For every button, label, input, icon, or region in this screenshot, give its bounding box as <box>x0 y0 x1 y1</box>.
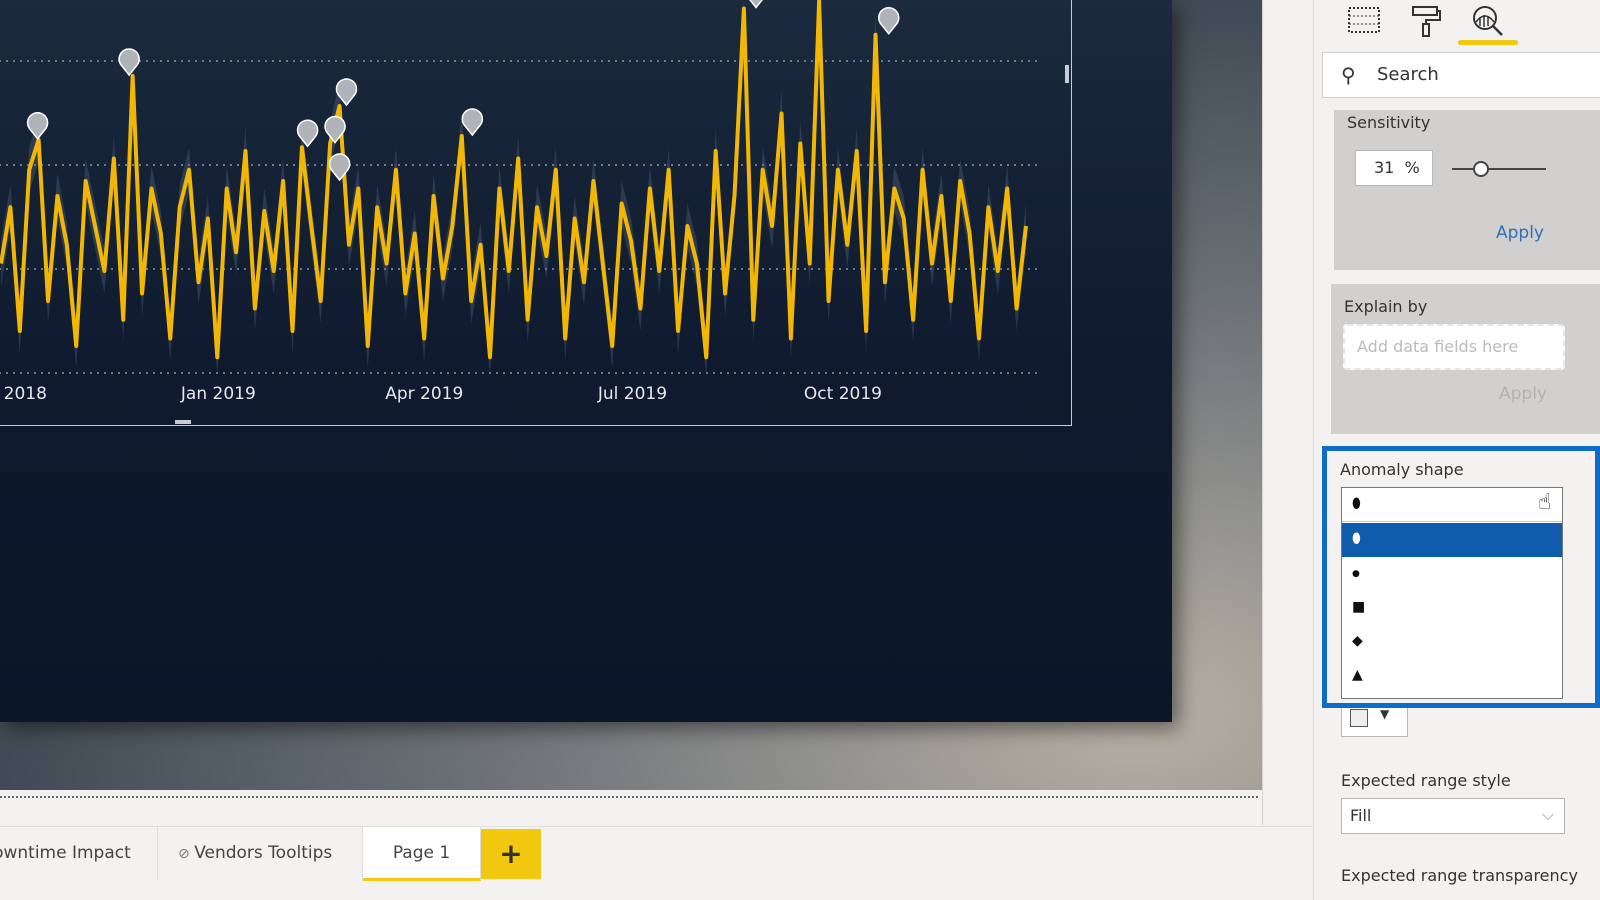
option-drop[interactable]: ⬮ <box>1342 523 1562 557</box>
explain-by-apply-button[interactable]: Apply <box>1499 384 1547 404</box>
sensitivity-slider-thumb[interactable] <box>1473 161 1490 177</box>
line-chart: Oct 2018 Jan 2019 Apr 2019 Jul 2019 Oct 2019 <box>0 0 1069 424</box>
analytics-magnifier-icon[interactable] <box>1470 4 1506 38</box>
x-tick-label: Oct 2018 <box>0 384 47 404</box>
sensitivity-section: Sensitivity 31 % Apply <box>1334 110 1600 270</box>
active-tab-indicator <box>1458 40 1518 45</box>
anomaly-marker <box>296 119 319 148</box>
expected-range-style-dropdown[interactable]: Fill ⌵ <box>1341 798 1565 834</box>
tab-page-1[interactable]: Page 1 <box>363 827 481 881</box>
format-paint-roller-icon[interactable] <box>1408 4 1444 38</box>
explain-by-drop-zone[interactable]: Add data fields here <box>1343 324 1565 370</box>
x-tick-label: Apr 2019 <box>385 384 463 404</box>
x-tick-label: Jan 2019 <box>180 384 256 404</box>
explain-by-section: Explain by Add data fields here Apply <box>1331 284 1600 434</box>
anomaly-marker <box>328 153 351 182</box>
fields-icon[interactable] <box>1346 4 1382 38</box>
triangle-shape-icon: ▲ <box>1352 667 1363 683</box>
option-circle[interactable]: ● <box>1342 557 1562 591</box>
report-page: Oct 2018 Jan 2019 Apr 2019 Jul 2019 Oct 2019 <box>0 0 1172 722</box>
anomaly-line-chart-visual[interactable]: Oct 2018 Jan 2019 Apr 2019 Jul 2019 Oct 2019 <box>0 0 1072 426</box>
x-tick-label: Oct 2019 <box>804 384 882 404</box>
anomaly-shape-card: Anomaly shape ⬮ ☝ ⬮ ● ■ ◆ ▲ <box>1322 446 1600 708</box>
resize-handle <box>1065 65 1069 83</box>
anomaly-marker <box>749 0 763 9</box>
color-swatch <box>1350 709 1368 727</box>
drop-shape-icon: ⬮ <box>1352 496 1361 512</box>
add-page-button[interactable]: + <box>481 829 541 879</box>
drop-shape-icon: ⬮ <box>1352 531 1361 547</box>
search-icon: ⚲ <box>1341 63 1356 87</box>
option-triangle[interactable]: ▲ <box>1342 659 1562 693</box>
sensitivity-label: Sensitivity <box>1347 113 1431 132</box>
tab-vendors-tooltips[interactable]: ⊘ Vendors Tooltips <box>158 827 363 881</box>
sensitivity-input[interactable]: 31 % <box>1355 150 1433 186</box>
selected-shape-drop[interactable]: ⬮ ☝ <box>1342 488 1562 522</box>
diamond-shape-icon: ◆ <box>1352 633 1363 649</box>
anomaly-shape-dropdown[interactable]: ⬮ ☝ ⬮ ● ■ ◆ ▲ <box>1341 487 1563 699</box>
divider <box>1262 0 1263 825</box>
tab-downtime-impact[interactable]: Downtime Impact <box>0 827 158 881</box>
anomaly-marker <box>461 108 483 137</box>
page-boundary <box>0 796 1258 798</box>
anomaly-marker <box>878 7 900 35</box>
sensitivity-apply-button[interactable]: Apply <box>1496 223 1544 243</box>
option-diamond[interactable]: ◆ <box>1342 625 1562 659</box>
page-tabs: Downtime Impact ⊘ Vendors Tooltips Page … <box>0 826 1312 882</box>
anomaly-marker <box>26 112 49 140</box>
sensitivity-slider[interactable] <box>1452 168 1546 170</box>
option-square[interactable]: ■ <box>1342 591 1562 625</box>
hidden-icon: ⊘ <box>178 846 195 862</box>
series-line <box>0 0 1028 360</box>
x-tick-label: Jul 2019 <box>597 384 667 404</box>
anomaly-marker <box>118 48 140 77</box>
square-shape-icon: ■ <box>1352 599 1366 615</box>
search-input[interactable]: ⚲ Search <box>1322 52 1600 98</box>
resize-handle <box>175 420 191 424</box>
chevron-down-icon: ▼ <box>1380 707 1390 721</box>
hand-cursor-icon: ☝ <box>1538 490 1552 515</box>
circle-shape-icon: ● <box>1352 569 1360 579</box>
chevron-down-icon: ⌵ <box>1541 805 1554 824</box>
